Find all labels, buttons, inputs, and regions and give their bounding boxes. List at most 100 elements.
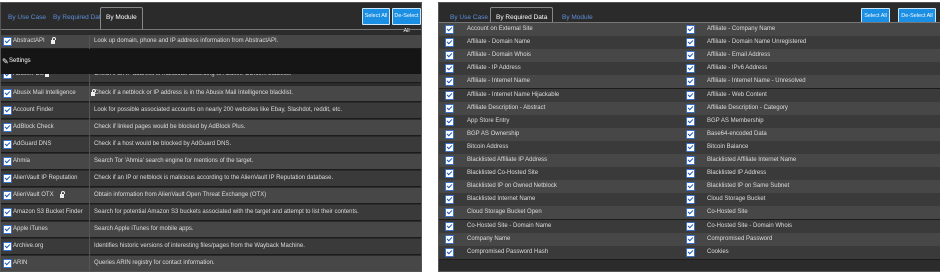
data-type-checkbox[interactable] [445,90,454,100]
module-name: AlienVault OTX [13,192,54,198]
module-row[interactable]: ARIN Queries ARIN registry for contact in… [1,256,421,271]
module-description: Identifies historic versions of interest… [94,243,305,249]
data-type-checkbox[interactable] [445,234,454,244]
module-name: AdGuard DNS [13,141,52,147]
data-type-checkbox[interactable] [445,129,454,139]
select-all-button[interactable]: Select All [362,8,390,25]
data-type-checkbox[interactable] [445,38,454,48]
data-type-checkbox[interactable] [445,142,454,152]
data-type-checkbox[interactable] [686,129,695,139]
tab-by-use-case[interactable]: By Use Case [3,8,51,28]
data-type-checkbox[interactable] [445,221,454,231]
module-description: Check if a netblock or IP address is in … [94,90,293,96]
module-row[interactable]: AlienVault OTX Obtain information from Al… [1,188,421,204]
module-checkbox[interactable] [3,89,12,98]
data-type-row: Company Name Compromised Password [439,232,940,247]
required-data-panel: By Use Case By Required Data By Module S… [438,2,940,272]
tab-divider [1,29,421,30]
module-checkbox[interactable] [3,37,12,46]
module-checkbox[interactable] [3,140,12,149]
data-type-checkbox[interactable] [686,221,695,231]
data-type-checkbox[interactable] [445,64,454,74]
data-type-checkbox[interactable] [445,103,454,113]
data-type-checkbox[interactable] [686,116,695,126]
data-type-checkbox[interactable] [686,25,695,34]
module-checkbox[interactable] [3,225,12,234]
module-checkbox[interactable] [3,242,12,251]
data-type-checkbox[interactable] [445,169,454,179]
settings-bar[interactable]: ✎ Settings [1,49,421,74]
data-type-checkbox[interactable] [445,208,454,218]
data-type-checkbox[interactable] [445,51,454,61]
data-type-label: Affiliate - Internet Name - Unresolved [707,78,806,85]
data-type-label: Affiliate - Domain Name [467,39,531,46]
data-type-checkbox[interactable] [445,77,454,87]
module-name: Archive.org [13,243,44,249]
data-type-label: BGP AS Membership [707,117,764,124]
data-type-checkbox[interactable] [686,142,695,152]
module-name: ARIN [13,260,28,266]
module-description: Obtain information from AlienVault Open … [94,192,267,198]
data-type-checkbox[interactable] [686,77,695,87]
module-checkbox[interactable] [3,259,12,268]
data-type-label: Company Name [467,235,511,242]
data-type-label: Affiliate - Company Name [707,26,776,32]
lock-icon [60,191,65,198]
module-row[interactable]: Apple iTunes Search Apple iTunes for mobi… [1,222,421,238]
data-type-checkbox[interactable] [686,38,695,48]
data-type-row: Blacklisted Co-Hosted Site Blacklisted IP… [439,167,940,182]
module-row[interactable]: AlienVault IP Reputation Check if an IP o… [1,171,421,187]
left-tab-bar: By Use Case By Required Data By Module S… [1,3,421,34]
data-type-checkbox[interactable] [686,247,695,257]
data-type-label: Blacklisted Co-Hosted Site [467,170,539,177]
module-row[interactable]: Account Finder Look for possible associat… [1,103,421,119]
module-checkbox[interactable] [3,208,12,217]
data-type-checkbox[interactable] [686,234,695,244]
module-row[interactable]: Amazon S3 Bucket Finder Search for potent… [1,205,421,221]
data-type-label: Blacklisted IP on Owned Netblock [467,183,557,190]
module-checkbox[interactable] [3,157,12,166]
data-type-checkbox[interactable] [686,182,695,192]
module-row[interactable]: AbstractAPI Look up domain, phone and IP … [1,35,421,49]
data-type-label: Blacklisted IP on Same Subnet [707,183,790,190]
data-type-row: Affiliate - Domain Name Affiliate - Domai… [439,36,940,51]
data-type-checkbox[interactable] [445,247,454,257]
data-type-checkbox[interactable] [445,182,454,192]
data-type-checkbox[interactable] [445,156,454,165]
data-type-checkbox[interactable] [445,116,454,126]
data-type-row: Affiliate - Domain Whois Affiliate - Emai… [439,49,940,64]
data-type-checkbox[interactable] [686,64,695,74]
module-row[interactable]: Archive.org Identifies historic versions … [1,239,421,255]
module-name: Abusix Mail Intelligence [13,90,76,96]
data-type-checkbox[interactable] [686,103,695,113]
module-row[interactable]: AdBlock Check Check if linked pages would… [1,120,421,136]
data-type-checkbox[interactable] [686,195,695,205]
data-type-checkbox[interactable] [686,169,695,179]
data-type-row: Affiliate - Internet Name Affiliate - Int… [439,75,940,90]
data-type-label: Cookies [707,248,729,255]
module-name: Amazon S3 Bucket Finder [13,209,83,215]
data-type-label: Compromised Password Hash [467,248,549,255]
data-type-checkbox[interactable] [686,208,695,218]
module-checkbox[interactable] [3,174,12,183]
data-type-row: Affiliate - IP Address Affiliate - IPv6 A… [439,62,940,77]
module-checkbox[interactable] [3,106,12,115]
module-row[interactable]: Ahmia Search Tor 'Ahmia' search engine fo… [1,154,421,170]
data-type-label: Blacklisted IP Address [707,170,767,177]
data-type-row: Bitcoin Address Bitcoin Balance [439,140,940,155]
data-type-checkbox[interactable] [445,25,454,34]
module-checkbox[interactable] [3,123,12,132]
data-type-checkbox[interactable] [686,51,695,61]
module-row[interactable]: AdGuard DNS Check if a host would be bloc… [1,137,421,153]
deselect-all-button[interactable]: De-Select All [392,8,421,34]
module-description: Search for potential Amazon S3 buckets a… [94,209,359,215]
data-type-checkbox[interactable] [445,195,454,205]
module-row[interactable]: Abusix Mail Intelligence Check if a netbl… [1,86,421,102]
data-type-label: Compromised Password [707,235,773,242]
data-type-label: Bitcoin Balance [707,143,749,150]
tab-by-module[interactable]: By Module [100,7,143,30]
data-type-checkbox[interactable] [686,90,695,100]
module-checkbox[interactable] [3,191,12,200]
lock-icon [51,37,56,44]
data-type-checkbox[interactable] [686,156,695,165]
